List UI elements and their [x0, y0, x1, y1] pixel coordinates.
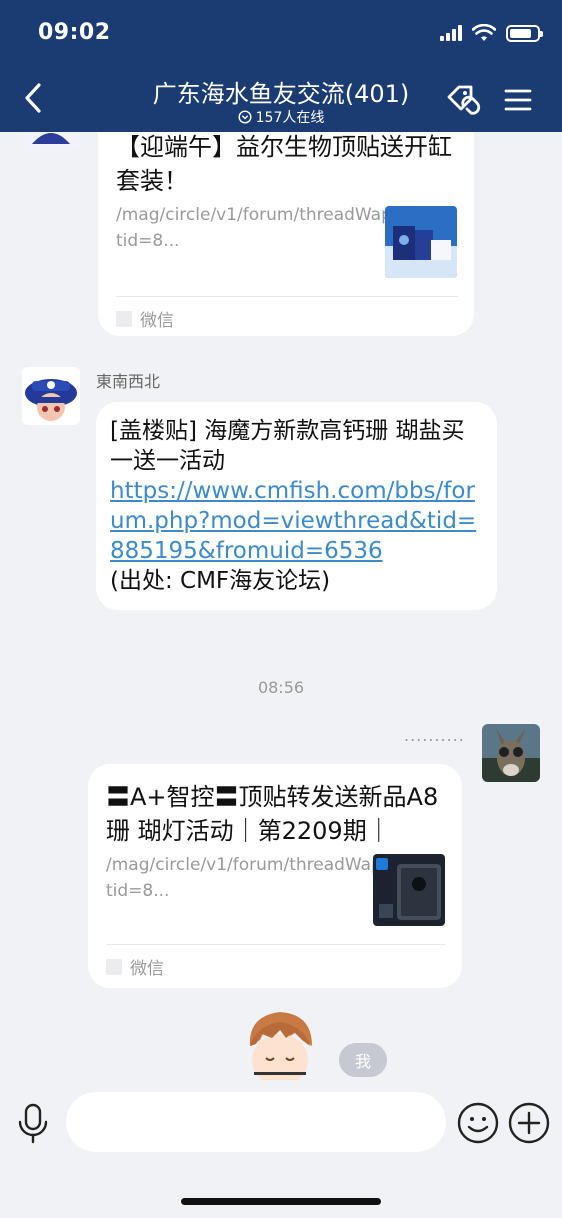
avatar-donkey-icon	[482, 724, 540, 782]
smiley-icon	[457, 1102, 499, 1144]
own-avatar[interactable]	[482, 724, 540, 782]
boy-sticker-icon	[249, 1012, 312, 1080]
product-image-icon	[373, 854, 445, 926]
tag-link-button[interactable]	[444, 80, 484, 120]
status-time: 09:02	[38, 20, 111, 45]
more-button[interactable]	[508, 1102, 550, 1144]
card-thumbnail	[385, 206, 457, 278]
wifi-icon	[472, 24, 496, 41]
card-link: /mag/circle/v1/forum/threadWapPage?tid=8…	[106, 855, 433, 901]
cellular-signal-icon	[440, 25, 462, 41]
wechat-source-icon	[116, 310, 132, 327]
online-count-text: 157人在线	[255, 110, 325, 126]
chat-header: 09:02 广东海水鱼友交流(401) 157人在线	[0, 0, 562, 132]
avatar-cartoon-icon	[22, 367, 80, 425]
microphone-icon	[18, 1103, 48, 1144]
tag-link-icon	[447, 85, 481, 115]
sender-name: 東南西北	[96, 372, 161, 391]
avatar[interactable]	[22, 132, 80, 150]
message-link[interactable]: https://www.cmfish.com/bbs/forum.php?mod…	[110, 478, 476, 564]
message-source-text: (出处: CMF海友论坛)	[110, 568, 331, 594]
card-title: 〓A+智控〓顶贴转发送新品A8珊 瑚灯活动｜第2209期｜	[106, 783, 439, 845]
shared-card[interactable]: 【迎端午】益尔生物顶贴送开缸套装！ /mag/circle/v1/forum/t…	[98, 132, 474, 336]
me-tag: 我	[339, 1043, 387, 1077]
card-source-label: 微信	[130, 959, 164, 979]
message-input[interactable]	[66, 1092, 446, 1152]
message-text: [盖楼贴] 海魔方新款高钙珊 瑚盐买一送一活动	[110, 418, 465, 474]
status-icons	[440, 24, 543, 42]
card-thumbnail	[373, 854, 445, 926]
emoji-button[interactable]	[457, 1102, 499, 1144]
check-circle-icon	[238, 110, 252, 124]
time-separator: 08:56	[257, 678, 305, 697]
hamburger-menu-icon	[504, 89, 532, 111]
card-source-label: 微信	[140, 311, 174, 331]
menu-button[interactable]	[498, 80, 538, 120]
card-divider	[106, 944, 446, 945]
sticker-image[interactable]	[240, 1006, 320, 1080]
home-indicator[interactable]	[181, 1198, 381, 1205]
shared-card[interactable]: 〓A+智控〓顶贴转发送新品A8珊 瑚灯活动｜第2209期｜ /mag/circl…	[88, 764, 462, 988]
card-source: 微信	[116, 306, 174, 331]
plus-circle-icon	[508, 1102, 550, 1144]
voice-button[interactable]	[12, 1102, 54, 1144]
card-title: 【迎端午】益尔生物顶贴送开缸套装！	[116, 133, 452, 195]
own-sender-name: ..........	[404, 726, 465, 745]
product-image-icon	[385, 206, 457, 278]
chat-area[interactable]: 【迎端午】益尔生物顶贴送开缸套装！ /mag/circle/v1/forum/t…	[0, 132, 562, 1080]
avatar[interactable]	[22, 367, 80, 425]
avatar-image-icon	[22, 132, 80, 150]
card-source: 微信	[106, 954, 164, 979]
message-bubble[interactable]: [盖楼贴] 海魔方新款高钙珊 瑚盐买一送一活动 https://www.cmfi…	[96, 402, 497, 610]
wechat-source-icon	[106, 958, 122, 975]
card-link: /mag/circle/v1/forum/threadWapPage?tid=8…	[116, 205, 443, 251]
battery-icon	[506, 24, 543, 42]
card-divider	[116, 296, 458, 297]
